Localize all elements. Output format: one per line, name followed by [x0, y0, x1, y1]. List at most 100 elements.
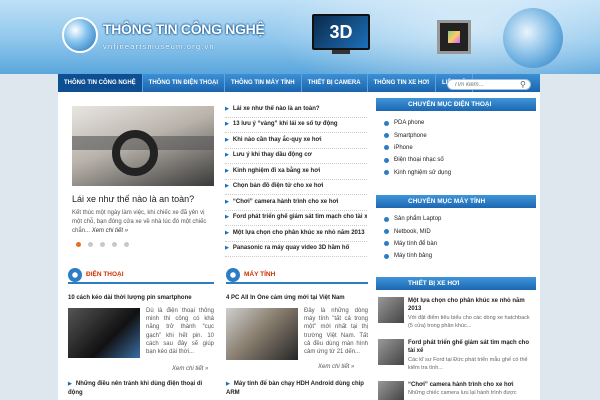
headline-text: Lưu ý khi thay dầu động cơ [232, 152, 312, 159]
car-news-thumb[interactable] [378, 297, 404, 323]
sidebar-item-label: Smartphone [394, 132, 427, 139]
sidebar-item[interactable]: Điện thoại nhạc số [384, 154, 534, 166]
headline-text: “Chơi” camera hành trình cho xe hơi [232, 198, 339, 205]
list-item[interactable]: ▶ “Chơi” camera hành trình cho xe hơi [225, 195, 367, 211]
nav-item-pc[interactable]: THÔNG TIN MÁY TÍNH [225, 74, 302, 92]
section-header-pc: MÁY TÍNH [226, 268, 368, 284]
gear-icon [68, 268, 82, 282]
bullet-icon [384, 170, 389, 176]
sidebar-item[interactable]: iPhone [384, 142, 534, 154]
phone-more-link[interactable]: Xem chi tiết » [172, 365, 222, 373]
steering-wheel-shape [112, 130, 158, 176]
phone-article-image[interactable] [68, 308, 140, 358]
list-item[interactable]: ▶ Khi nào cần thay ắc-quy xe hơi [225, 133, 367, 149]
sidebar-item-label: iPhone [394, 144, 413, 151]
bullet-icon [384, 133, 389, 139]
headline-text: Ford phát triển ghế giám sát tim mạch ch… [232, 214, 367, 221]
headline-text: Panasonic ra máy quay video 3D hầm hố [232, 245, 350, 252]
pc-sub-link[interactable]: ▶ Máy tính để bàn chạy HDH Android dùng c… [226, 380, 368, 398]
tech-device-icon [503, 8, 563, 68]
site-header: THÔNG TIN CÔNG NGHỆ vnfineartsmuseum.org… [0, 0, 600, 74]
car-news-item[interactable]: Một lựa chọn cho phân khúc xe nhỏ năm 20… [378, 297, 534, 333]
bullet-icon [384, 241, 389, 247]
phone-sub-link[interactable]: ▶ Những điều nên tránh khi dùng điện thoạ… [68, 380, 214, 398]
sidebar-item-label: Netbook, MID [394, 228, 431, 235]
sidebar-item[interactable]: Máy tính bảng [384, 250, 534, 262]
search-input[interactable] [447, 79, 531, 90]
slider-dot[interactable] [124, 242, 129, 247]
car-news-thumb[interactable] [378, 339, 404, 365]
site-title[interactable]: THÔNG TIN CÔNG NGHỆ [103, 21, 265, 37]
phone-article-excerpt: Dù là điện thoại thông minh thì công có … [146, 308, 214, 356]
list-item[interactable]: ▶ Panasonic ra máy quay video 3D hầm hố [225, 242, 367, 257]
car-news-title[interactable]: Ford phát triển ghế giám sát tim mạch ch… [408, 339, 532, 355]
car-news-desc: Những chiếc camera lưu lại hành trình đư… [408, 390, 517, 396]
pc-article-excerpt: Đây là những dòng máy tính "tất cả trong… [304, 308, 368, 356]
list-item[interactable]: ▶ Lưu ý khi thay dầu động cơ [225, 149, 367, 164]
bullet-icon [384, 157, 389, 163]
nav-item-tech[interactable]: THÔNG TIN CÔNG NGHỆ [58, 74, 143, 92]
sidebar-item-label: Máy tính bảng [394, 253, 433, 260]
nav-item-phone[interactable]: THÔNG TIN ĐIỆN THOẠI [143, 74, 226, 92]
phone-article-title[interactable]: 10 cách kéo dài thời lượng pin smartphon… [68, 295, 192, 301]
sidebar-item[interactable]: PDA phone [384, 117, 534, 129]
logo-icon[interactable] [62, 17, 98, 53]
slider-dot[interactable] [112, 242, 117, 247]
sidebar-item[interactable]: Máy tính để bàn [384, 238, 534, 250]
headline-text: Chọn bản đồ điện tử cho xe hơi [232, 183, 324, 190]
featured-title[interactable]: Lái xe như thế nào là an toàn? [72, 194, 194, 204]
slider-dot[interactable] [88, 242, 93, 247]
slider-dot[interactable] [76, 242, 81, 247]
sidebar-item[interactable]: Sản phẩm Laptop [384, 213, 534, 225]
pc-article-image[interactable] [226, 308, 298, 360]
tv-3d-icon: 3D [312, 14, 370, 50]
search-icon[interactable]: ⚲ [520, 80, 529, 89]
list-item[interactable]: ▶ Lái xe như thế nào là an toàn? [225, 102, 367, 118]
headline-list: ▶ Lái xe như thế nào là an toàn? ▶ 13 lưu … [225, 102, 367, 257]
headline-text: Lái xe như thế nào là an toàn? [232, 105, 320, 112]
triangle-bullet-icon: ▶ [225, 121, 229, 128]
headline-text: 13 lưu ý “vàng” khi lái xe số tự động [232, 121, 338, 128]
sidebar-header-phone: CHUYÊN MỤC ĐIỆN THOẠI [376, 98, 536, 111]
sidebar-item-label: Sản phẩm Laptop [394, 216, 442, 223]
slider-dot[interactable] [100, 242, 105, 247]
sidebar-item[interactable]: Smartphone [384, 129, 534, 141]
section-label[interactable]: MÁY TÍNH [244, 271, 275, 278]
featured-excerpt: Kết thúc một ngày làm việc, khi chiếc xe… [72, 209, 214, 236]
list-item[interactable]: ▶ Kinh nghiệm đi xa bằng xe hơi [225, 164, 367, 180]
sidebar-phone-list: PDA phone Smartphone iPhone Điện thoại n… [384, 117, 534, 179]
list-item[interactable]: ▶ 13 lưu ý “vàng” khi lái xe số tự động [225, 118, 367, 133]
tv-stand-icon [332, 50, 350, 54]
featured-image[interactable] [72, 106, 214, 186]
sidebar-item[interactable]: Netbook, MID [384, 225, 534, 237]
triangle-bullet-icon: ▶ [225, 167, 229, 174]
pc-article-title[interactable]: 4 PC All In One cảm ứng mới tại Việt Nam [226, 295, 345, 301]
car-news-thumb[interactable] [378, 381, 404, 400]
sidebar-pc-list: Sản phẩm Laptop Netbook, MID Máy tính để… [384, 213, 534, 263]
featured-more-link[interactable]: Xem chi tiết » [92, 228, 128, 234]
phone-sub-link-text: Những điều nên tránh khi dùng điện thoại… [68, 381, 203, 396]
triangle-bullet-icon: ▶ [225, 183, 229, 190]
car-news-title[interactable]: “Chơi” camera hành trình cho xe hơi [408, 381, 532, 389]
section-label[interactable]: ĐIỆN THOẠI [86, 271, 124, 278]
pc-more-link[interactable]: Xem chi tiết » [318, 363, 368, 371]
sidebar-item-label: Kinh nghiệm sử dụng [394, 169, 452, 176]
headline-text: Một lựa chọn cho phân khúc xe nhỏ năm 20… [232, 229, 365, 236]
cpu-core-icon [448, 31, 460, 43]
nav-item-car[interactable]: THÔNG TIN XE HƠI [368, 74, 437, 92]
triangle-bullet-icon: ▶ [68, 381, 72, 387]
nav-item-camera[interactable]: THIẾT BỊ CAMERA [302, 74, 368, 92]
car-news-desc: Các kĩ sư Ford tại Đức phát triển mẫu gh… [408, 357, 528, 371]
sidebar-header-pc: CHUYÊN MỤC MÁY TÍNH [376, 195, 536, 208]
car-news-item[interactable]: “Chơi” camera hành trình cho xe hơi Nhữn… [378, 381, 534, 400]
sidebar-item-label: PDA phone [394, 120, 425, 127]
car-news-item[interactable]: Ford phát triển ghế giám sát tim mạch ch… [378, 339, 534, 375]
sidebar-item[interactable]: Kinh nghiệm sử dụng [384, 167, 534, 179]
list-item[interactable]: ▶ Chọn bản đồ điện tử cho xe hơi [225, 180, 367, 195]
list-item[interactable]: ▶ Ford phát triển ghế giám sát tim mạch c… [225, 211, 367, 226]
list-item[interactable]: ▶ Một lựa chọn cho phân khúc xe nhỏ năm 2… [225, 226, 367, 242]
car-news-desc: Với đặt điểm tiêu biểu cho các dòng xe h… [408, 315, 530, 329]
car-news-title[interactable]: Một lựa chọn cho phân khúc xe nhỏ năm 20… [408, 297, 532, 313]
pc-sub-link-text: Máy tính để bàn chạy HDH Android dùng ch… [226, 381, 364, 396]
gear-icon [226, 268, 240, 282]
